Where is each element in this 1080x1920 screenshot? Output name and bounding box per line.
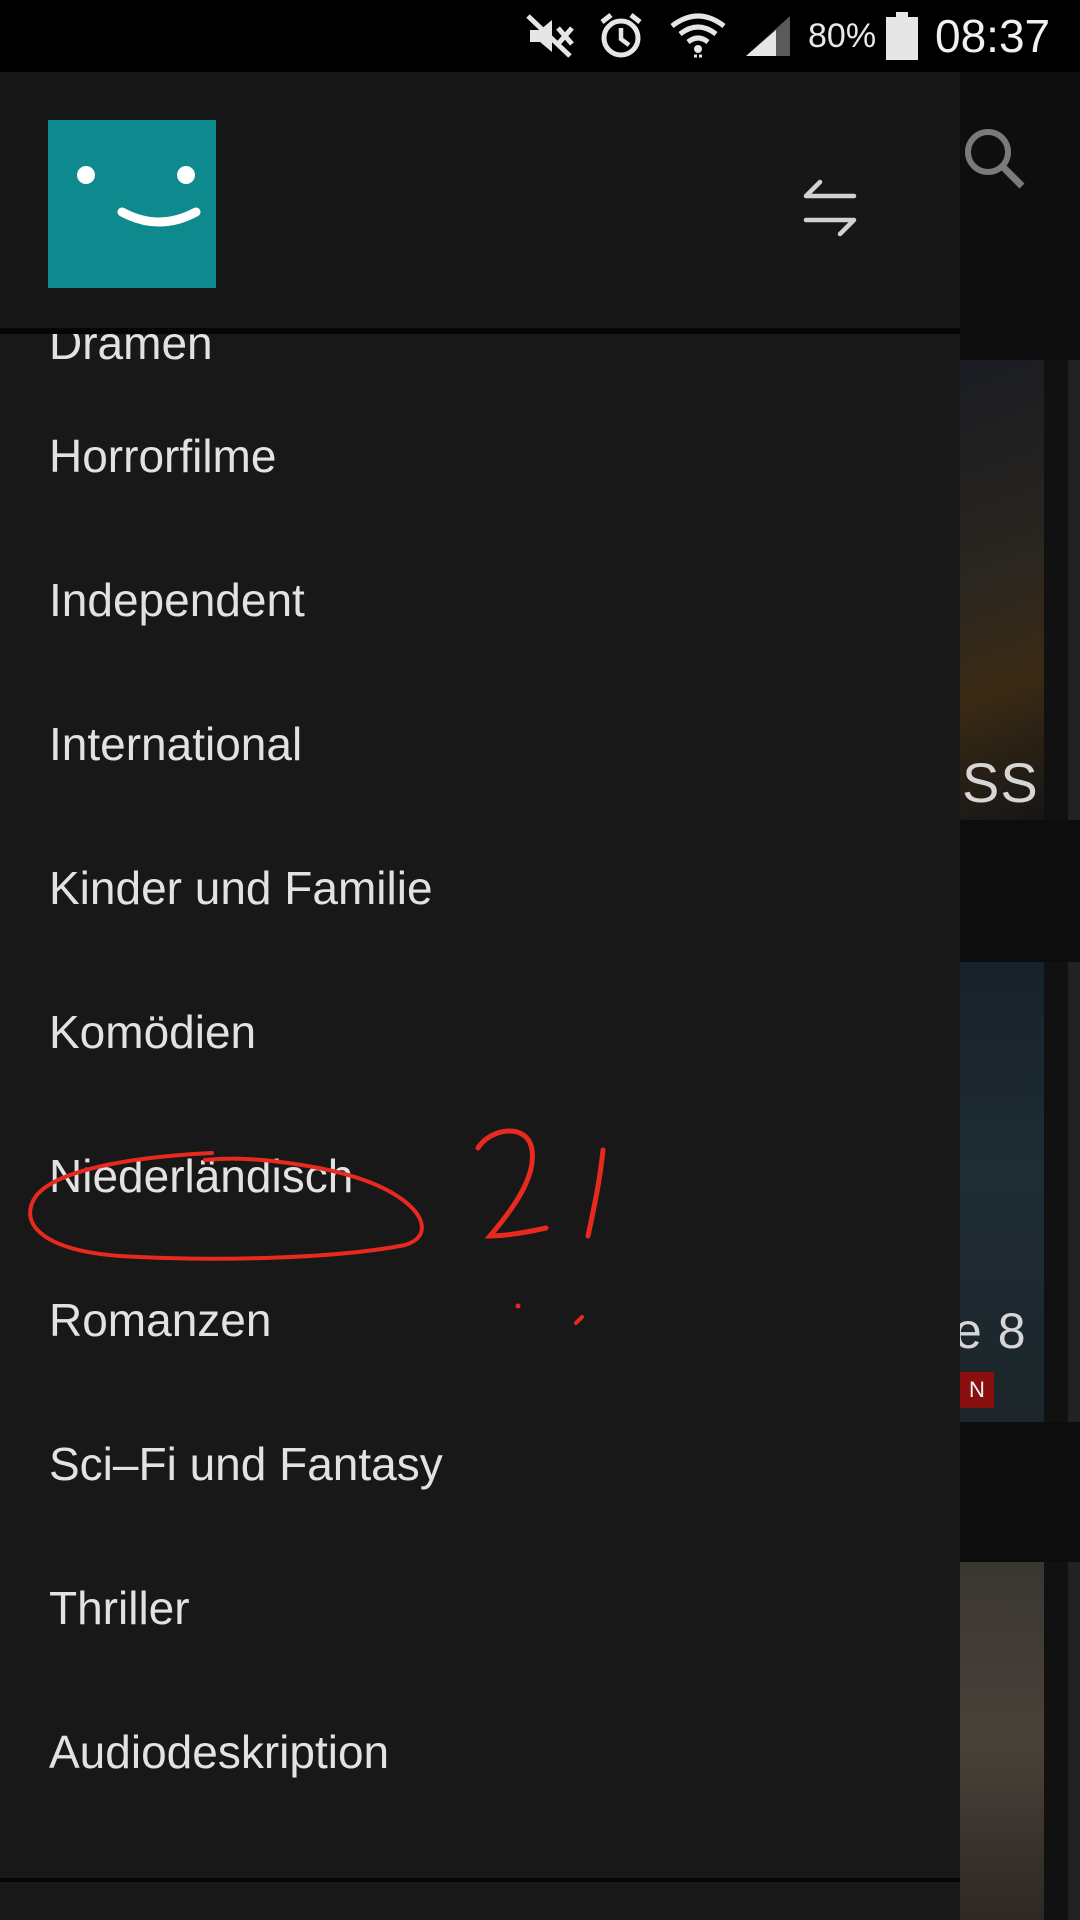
- genre-item-independent[interactable]: Independent: [0, 528, 960, 672]
- screen: 80% 08:37 SS e 8 N Dramen Horrorfilme In…: [0, 0, 1080, 1920]
- genre-item-thriller[interactable]: Thriller: [0, 1536, 960, 1680]
- switch-profile-button[interactable]: [790, 168, 870, 248]
- genre-item-label: Romanzen: [49, 1294, 272, 1346]
- background-poster[interactable]: [960, 1562, 1044, 1920]
- genre-item-international[interactable]: International: [0, 672, 960, 816]
- smiley-face-icon: [77, 166, 201, 227]
- background-poster-title: e 8: [954, 1303, 1027, 1359]
- genre-item-label: Kinder und Familie: [49, 862, 433, 914]
- alarm-icon: [600, 13, 642, 58]
- battery-icon: [886, 12, 918, 60]
- background-edge-poster: [1068, 1562, 1080, 1920]
- genre-item-label: Horrorfilme: [49, 430, 277, 482]
- wifi-icon: [670, 13, 726, 58]
- genre-item-audiodeskription[interactable]: Audiodeskription: [0, 1680, 960, 1824]
- background-edge-poster: [1068, 360, 1080, 820]
- background-edge-poster: [1068, 962, 1080, 1422]
- background-poster[interactable]: e 8 N: [954, 962, 1044, 1422]
- switch-profile-arrows-icon: [803, 179, 857, 237]
- genre-item-label: Thriller: [49, 1582, 190, 1634]
- status-bar: 80% 08:37: [0, 0, 1080, 72]
- genre-item-label: Niederländisch: [49, 1150, 354, 1202]
- genre-item-niederlaendisch[interactable]: Niederländisch: [0, 1104, 960, 1248]
- background-poster-title: SS: [962, 751, 1039, 814]
- background-row-1: SS: [960, 360, 1080, 820]
- genre-item-label: Komödien: [49, 1006, 257, 1058]
- clock: 08:37: [935, 10, 1051, 62]
- genre-item-horrorfilme[interactable]: Horrorfilme: [0, 384, 960, 528]
- genre-item-label: Sci–Fi und Fantasy: [49, 1438, 443, 1490]
- battery-percentage: 80%: [808, 17, 877, 55]
- search-icon[interactable]: [960, 124, 1030, 194]
- genre-item-label: International: [49, 718, 303, 770]
- mute-icon: [526, 14, 574, 58]
- genre-item-sci-fi-und-fantasy[interactable]: Sci–Fi und Fantasy: [0, 1392, 960, 1536]
- drawer-divider: [0, 1878, 960, 1882]
- profile-avatar[interactable]: [48, 120, 216, 288]
- genre-item-romanzen[interactable]: Romanzen: [0, 1248, 960, 1392]
- background-row-3: [960, 1562, 1080, 1920]
- background-poster-badge: N: [960, 1372, 994, 1408]
- genre-item-kinder-und-familie[interactable]: Kinder und Familie: [0, 816, 960, 960]
- genre-item-label: Independent: [49, 574, 305, 626]
- drawer-header: [0, 72, 960, 334]
- background-row-2: e 8 N: [954, 962, 1080, 1422]
- genre-item-komoedien[interactable]: Komödien: [0, 960, 960, 1104]
- navigation-drawer: Dramen Horrorfilme Independent Internati…: [0, 72, 960, 1920]
- signal-icon: [746, 16, 790, 56]
- genre-item-label: Audiodeskription: [49, 1726, 390, 1778]
- background-poster[interactable]: SS: [960, 360, 1044, 820]
